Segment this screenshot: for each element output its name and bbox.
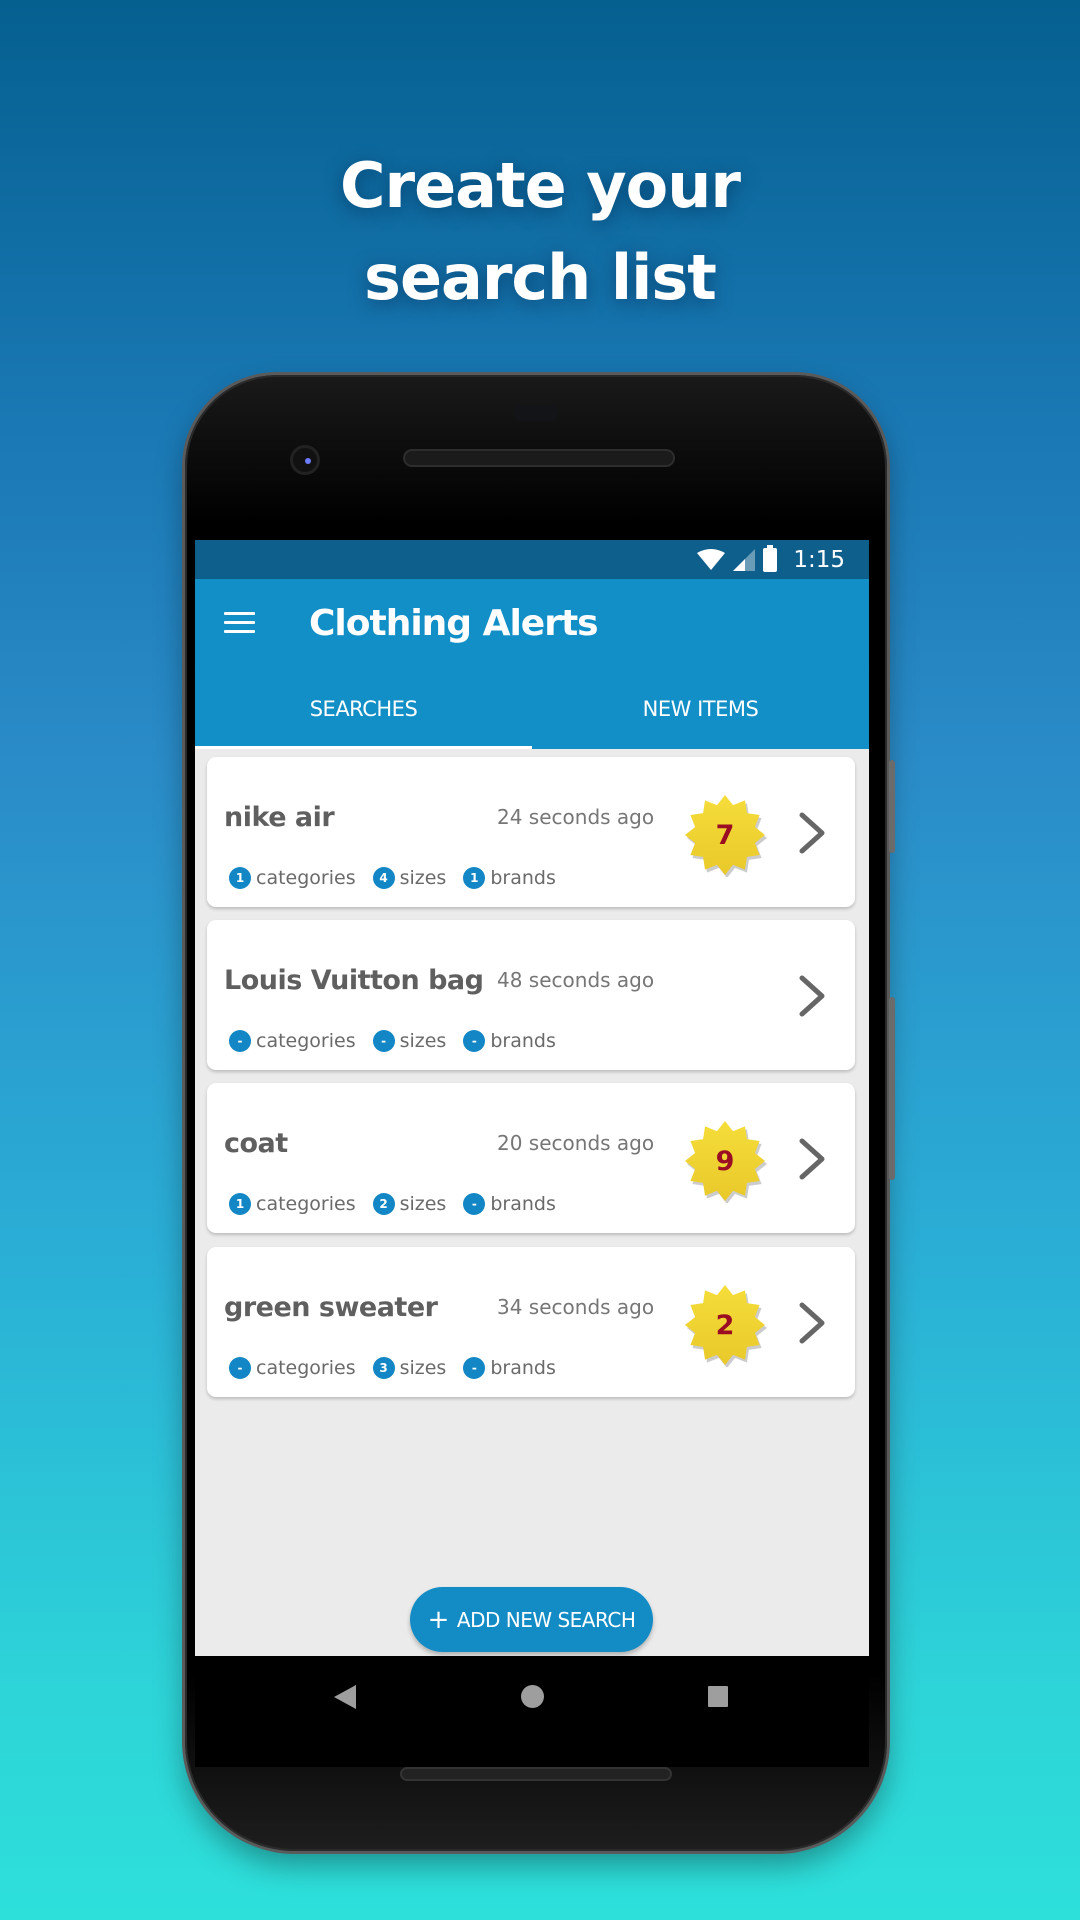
search-time: 24 seconds ago	[497, 805, 655, 829]
categories-count: 1	[229, 867, 251, 889]
search-time: 20 seconds ago	[497, 1131, 655, 1155]
android-nav-bar	[195, 1656, 869, 1767]
phone-screen: 1:15 Clothing Alerts SEARCHES NEW ITEMS …	[195, 540, 869, 1767]
tab-searches[interactable]: SEARCHES	[195, 672, 532, 749]
categories-label: categories	[256, 1193, 356, 1215]
search-list: nike air 24 seconds ago 1 categories 4 siz…	[195, 749, 869, 1656]
sizes-count: 4	[372, 867, 395, 889]
bottom-speaker-grille	[400, 1767, 672, 1781]
search-time: 48 seconds ago	[497, 968, 655, 992]
new-items-count: 9	[715, 1145, 735, 1177]
sizes-count: 2	[372, 1193, 395, 1215]
back-icon[interactable]	[334, 1685, 356, 1709]
volume-button	[889, 997, 895, 1180]
status-bar: 1:15	[195, 540, 869, 579]
recents-icon[interactable]	[708, 1686, 728, 1707]
categories-label: categories	[256, 867, 356, 889]
proximity-sensor	[513, 405, 559, 421]
chevron-right-icon[interactable]	[797, 1137, 827, 1181]
new-items-badge: 2	[683, 1283, 767, 1367]
add-new-search-label: ADD NEW SEARCH	[456, 1607, 636, 1632]
search-card[interactable]: green sweater 34 seconds ago - categories…	[207, 1247, 855, 1397]
search-title: green sweater	[224, 1292, 438, 1323]
app-bar: Clothing Alerts	[195, 579, 869, 672]
brands-count: -	[463, 1030, 486, 1052]
categories-count: -	[229, 1030, 251, 1052]
sizes-label: sizes	[399, 867, 447, 889]
brands-label: brands	[490, 867, 556, 889]
search-time: 34 seconds ago	[497, 1295, 655, 1319]
categories-label: categories	[256, 1357, 356, 1379]
categories-count: -	[229, 1357, 251, 1379]
wifi-icon	[697, 549, 726, 570]
tab-new-items[interactable]: NEW ITEMS	[532, 672, 869, 749]
new-items-badge: 7	[683, 793, 767, 877]
chevron-right-icon[interactable]	[797, 974, 827, 1018]
brands-label: brands	[490, 1193, 556, 1215]
sizes-count: 3	[372, 1357, 395, 1379]
chevron-right-icon[interactable]	[797, 811, 827, 855]
search-card[interactable]: nike air 24 seconds ago 1 categories 4 siz…	[207, 757, 855, 907]
brands-label: brands	[490, 1357, 556, 1379]
headline-line-1: Create your	[340, 149, 741, 222]
add-new-search-button[interactable]: + ADD NEW SEARCH	[410, 1587, 653, 1652]
tab-bar: SEARCHES NEW ITEMS	[195, 672, 869, 749]
search-title: Louis Vuitton bag	[224, 965, 484, 996]
phone-frame: 1:15 Clothing Alerts SEARCHES NEW ITEMS …	[185, 375, 895, 1851]
brands-count: 1	[463, 867, 486, 889]
new-items-badge: 9	[683, 1119, 767, 1203]
promo-headline: Create your search list	[0, 140, 1080, 324]
search-filters: - categories - sizes - brands	[229, 1030, 573, 1052]
app-title: Clothing Alerts	[309, 603, 599, 644]
hamburger-menu-icon[interactable]	[224, 612, 255, 634]
battery-icon	[763, 545, 778, 572]
sizes-count: -	[372, 1030, 395, 1052]
sizes-label: sizes	[399, 1030, 447, 1052]
plus-icon: +	[427, 1604, 450, 1635]
top-speaker-grille	[403, 449, 675, 467]
signal-icon	[733, 549, 756, 571]
front-camera-icon	[290, 445, 320, 475]
power-button	[889, 760, 895, 853]
new-items-count: 7	[715, 819, 735, 851]
chevron-right-icon[interactable]	[797, 1301, 827, 1345]
categories-count: 1	[229, 1193, 251, 1215]
sizes-label: sizes	[399, 1193, 447, 1215]
status-time: 1:15	[793, 547, 845, 573]
brands-count: -	[463, 1357, 486, 1379]
search-title: coat	[224, 1128, 288, 1159]
headline-line-2: search list	[364, 241, 717, 314]
search-filters: 1 categories 2 sizes - brands	[229, 1193, 573, 1215]
search-filters: - categories 3 sizes - brands	[229, 1357, 573, 1379]
sizes-label: sizes	[399, 1357, 447, 1379]
search-card[interactable]: coat 20 seconds ago 1 categories 2 sizes -…	[207, 1083, 855, 1233]
brands-count: -	[463, 1193, 486, 1215]
search-filters: 1 categories 4 sizes 1 brands	[229, 867, 573, 889]
categories-label: categories	[256, 1030, 356, 1052]
brands-label: brands	[490, 1030, 556, 1052]
search-card[interactable]: Louis Vuitton bag 48 seconds ago - catego…	[207, 920, 855, 1070]
new-items-count: 2	[715, 1309, 735, 1341]
search-title: nike air	[224, 802, 335, 833]
home-icon[interactable]	[521, 1685, 544, 1708]
